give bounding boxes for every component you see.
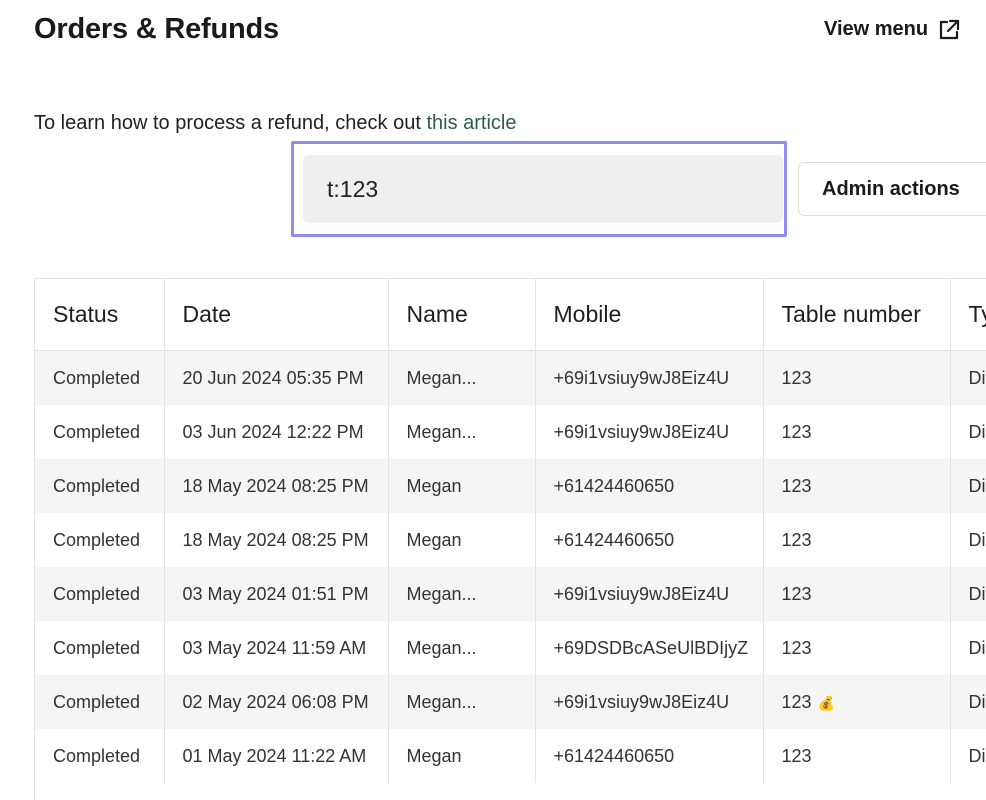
table-header-row: Status Date Name Mobile Table number Typ… xyxy=(35,279,986,351)
table-number-value: 123 xyxy=(781,529,812,550)
external-link-icon xyxy=(940,19,960,39)
cell-date: 18 May 2024 08:25 PM xyxy=(164,459,389,513)
cell-date: 18 May 2024 08:25 PM xyxy=(164,513,389,567)
money-bag-icon: 💰 xyxy=(817,694,835,711)
cell-mobile: +61424460650 xyxy=(535,729,764,783)
table-number-value: 123 xyxy=(781,367,812,388)
cell-table-number: 123 xyxy=(763,459,951,513)
cell-name: Megan xyxy=(388,513,536,567)
cell-status: Completed xyxy=(35,350,165,405)
column-header-table-number[interactable]: Table number xyxy=(763,279,951,351)
help-text-prefix: To learn how to process a refund, check … xyxy=(34,112,427,134)
table-row[interactable]: Completed 18 May 2024 08:25 PM Megan +61… xyxy=(35,513,986,567)
cell-type: Dine-in xyxy=(950,567,986,621)
cell-name: Megan xyxy=(388,729,536,783)
view-menu-link[interactable]: View menu xyxy=(824,18,960,41)
cell-type: Dine-in xyxy=(950,350,986,405)
cell-type: Dine-in xyxy=(950,459,986,513)
cell-table-number: 123 xyxy=(763,350,951,405)
cell-name: Megan... xyxy=(388,567,536,621)
cell-type: Dine-in xyxy=(950,675,986,729)
table-number-value: 123 xyxy=(781,583,812,604)
cell-date: 03 Jun 2024 12:22 PM xyxy=(164,405,389,459)
table-row[interactable]: Completed 18 May 2024 08:25 PM Megan +61… xyxy=(35,459,986,513)
column-header-status[interactable]: Status xyxy=(35,279,165,351)
page-title: Orders & Refunds xyxy=(34,13,279,45)
this-article-link[interactable]: this article xyxy=(426,112,516,134)
cell-status: Completed xyxy=(35,621,165,675)
cell-mobile: +69i1vsiuy9wJ8Eiz4U xyxy=(535,675,764,729)
orders-table-container: Status Date Name Mobile Table number Typ… xyxy=(34,278,986,800)
cell-date: 03 May 2024 01:51 PM xyxy=(164,567,389,621)
cell-status: Completed xyxy=(35,675,165,729)
cell-name: Megan xyxy=(388,459,536,513)
column-header-name[interactable]: Name xyxy=(388,279,536,351)
cell-table-number: 123 xyxy=(763,405,951,459)
cell-status: Completed xyxy=(35,729,165,783)
orders-table: Status Date Name Mobile Table number Typ… xyxy=(35,279,986,783)
cell-name: Megan... xyxy=(388,405,536,459)
cell-date: 01 May 2024 11:22 AM xyxy=(164,729,389,783)
cell-mobile: +61424460650 xyxy=(535,459,764,513)
table-number-value: 123 xyxy=(781,475,812,496)
table-row[interactable]: Completed 01 May 2024 11:22 AM Megan +61… xyxy=(35,729,986,783)
column-header-mobile[interactable]: Mobile xyxy=(535,279,764,351)
table-row[interactable]: Completed 20 Jun 2024 05:35 PM Megan... … xyxy=(35,350,986,405)
cell-type: Dine-in xyxy=(950,513,986,567)
orders-refunds-page: Orders & Refunds View menu To learn how … xyxy=(0,0,986,800)
cell-type: Dine-in xyxy=(950,729,986,783)
column-header-date[interactable]: Date xyxy=(164,279,389,351)
cell-status: Completed xyxy=(35,513,165,567)
search-input[interactable] xyxy=(303,155,783,223)
cell-status: Completed xyxy=(35,405,165,459)
cell-table-number: 123 💰 xyxy=(763,675,951,729)
cell-name: Megan... xyxy=(388,621,536,675)
cell-mobile: +69i1vsiuy9wJ8Eiz4U xyxy=(535,350,764,405)
cell-mobile: +69DSDBcASeUlBDIjyZ xyxy=(535,621,764,675)
table-row[interactable]: Completed 03 May 2024 01:51 PM Megan... … xyxy=(35,567,986,621)
table-row[interactable]: Completed 02 May 2024 06:08 PM Megan... … xyxy=(35,675,986,729)
cell-status: Completed xyxy=(35,459,165,513)
cell-type: Dine-in xyxy=(950,405,986,459)
table-number-value: 123 xyxy=(781,691,812,712)
cell-table-number: 123 xyxy=(763,567,951,621)
cell-date: 03 May 2024 11:59 AM xyxy=(164,621,389,675)
refund-help-text: To learn how to process a refund, check … xyxy=(34,112,516,135)
view-menu-label: View menu xyxy=(824,18,929,40)
cell-name: Megan... xyxy=(388,350,536,405)
cell-table-number: 123 xyxy=(763,729,951,783)
table-row[interactable]: Completed 03 May 2024 11:59 AM Megan... … xyxy=(35,621,986,675)
table-number-value: 123 xyxy=(781,421,812,442)
admin-actions-button[interactable]: Admin actions xyxy=(798,162,986,216)
column-header-type[interactable]: Type xyxy=(950,279,986,351)
table-number-value: 123 xyxy=(781,637,812,658)
cell-table-number: 123 xyxy=(763,621,951,675)
cell-status: Completed xyxy=(35,567,165,621)
cell-table-number: 123 xyxy=(763,513,951,567)
cell-mobile: +69i1vsiuy9wJ8Eiz4U xyxy=(535,405,764,459)
cell-date: 20 Jun 2024 05:35 PM xyxy=(164,350,389,405)
cell-name: Megan... xyxy=(388,675,536,729)
cell-date: 02 May 2024 06:08 PM xyxy=(164,675,389,729)
table-row[interactable]: Completed 03 Jun 2024 12:22 PM Megan... … xyxy=(35,405,986,459)
table-number-value: 123 xyxy=(781,745,812,766)
cell-mobile: +69i1vsiuy9wJ8Eiz4U xyxy=(535,567,764,621)
cell-mobile: +61424460650 xyxy=(535,513,764,567)
cell-type: Dine-in xyxy=(950,621,986,675)
